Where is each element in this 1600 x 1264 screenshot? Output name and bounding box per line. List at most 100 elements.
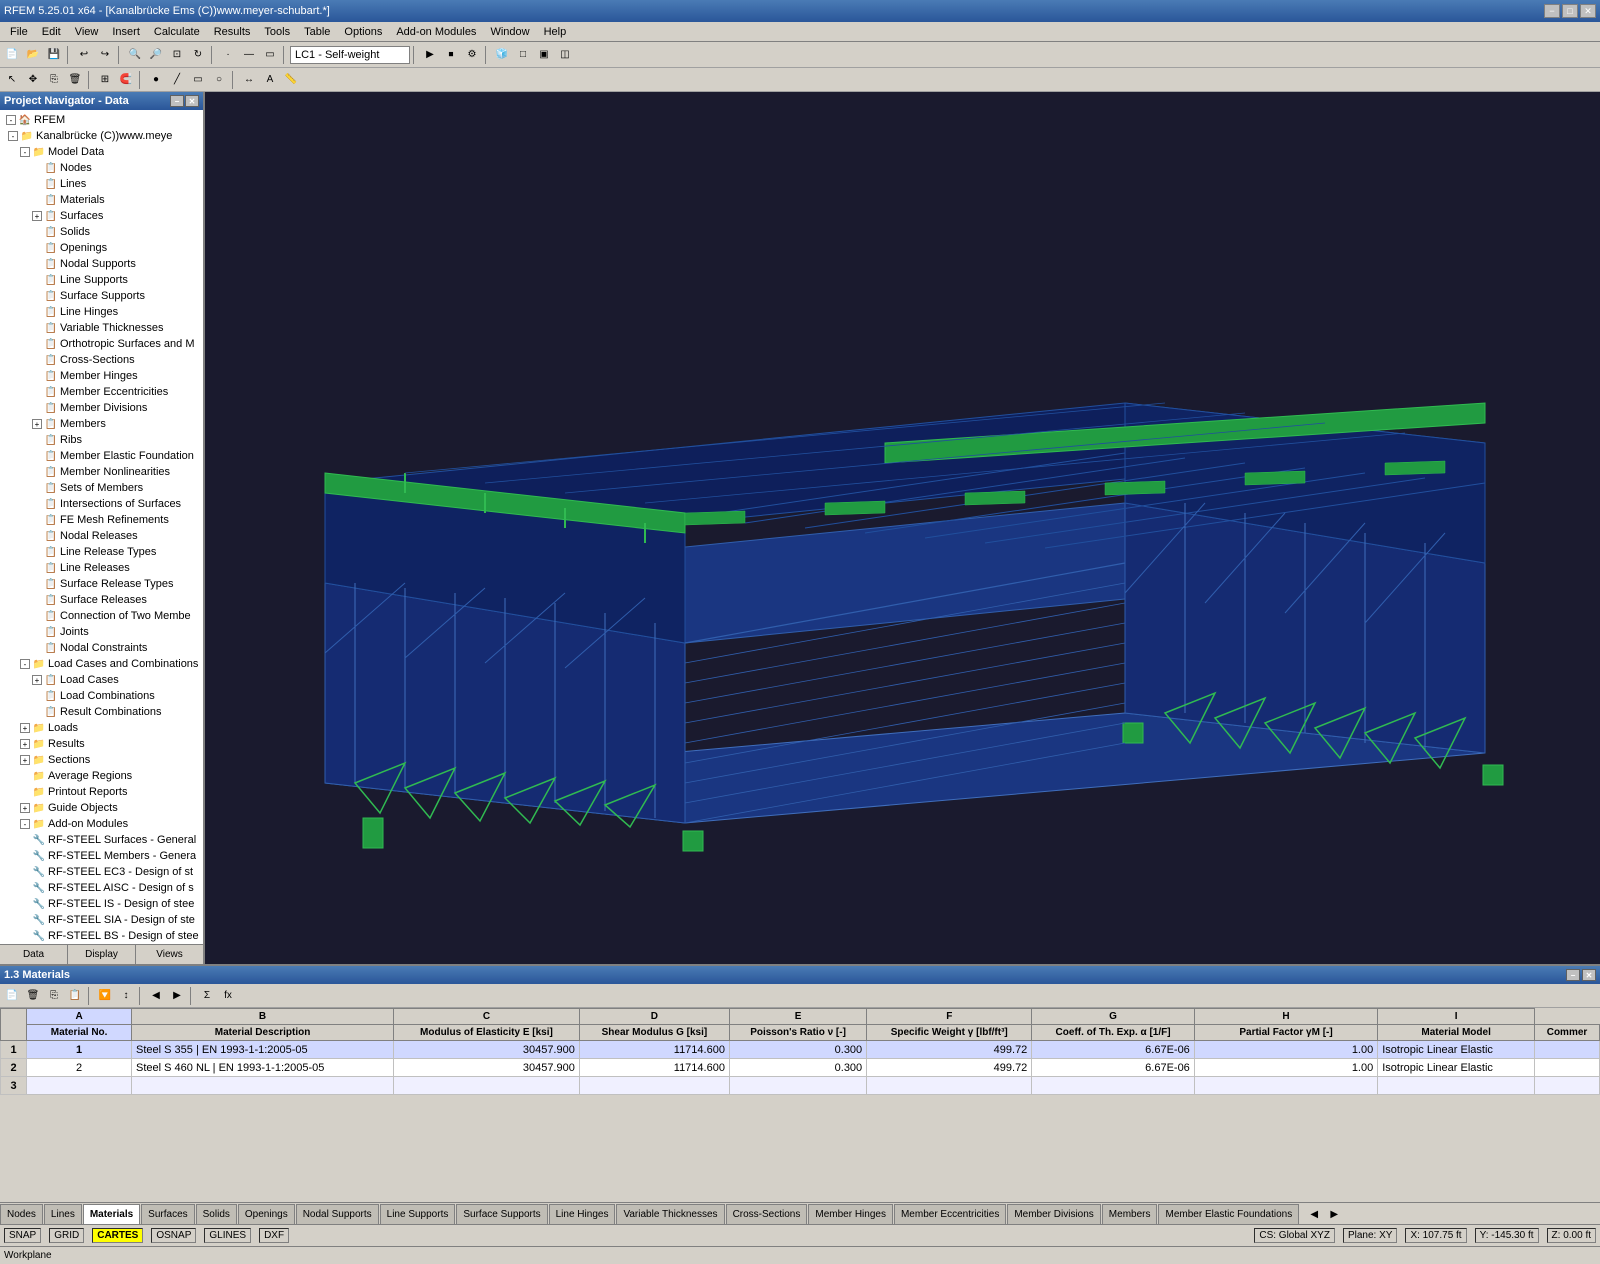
tree-nodal-constraints[interactable]: 📋 Nodal Constraints bbox=[2, 640, 201, 656]
tb-undo[interactable]: ↩ bbox=[74, 45, 94, 65]
tree-rf-steel-sia[interactable]: 🔧 RF-STEEL SIA - Design of ste bbox=[2, 912, 201, 928]
row1-material-model[interactable]: Isotropic Linear Elastic bbox=[1378, 1041, 1535, 1059]
tab-cross-sections[interactable]: Cross-Sections bbox=[726, 1204, 808, 1224]
tree-ribs[interactable]: 📋 Ribs bbox=[2, 432, 201, 448]
tb2-snap[interactable]: 🧲 bbox=[116, 70, 136, 90]
tb-settings[interactable]: ⚙ bbox=[462, 45, 482, 65]
tb-side-view[interactable]: ◫ bbox=[555, 45, 575, 65]
tab-line-hinges[interactable]: Line Hinges bbox=[549, 1204, 616, 1224]
menu-addon[interactable]: Add-on Modules bbox=[390, 24, 482, 40]
row3-mod-elasticity[interactable] bbox=[394, 1077, 580, 1095]
tab-views[interactable]: Views bbox=[136, 945, 203, 964]
tree-fe-mesh[interactable]: 📋 FE Mesh Refinements bbox=[2, 512, 201, 528]
row1-specific-weight[interactable]: 499.72 bbox=[867, 1041, 1032, 1059]
table-tb-prev[interactable]: ◀ bbox=[146, 986, 166, 1006]
row1-mod-elasticity[interactable]: 30457.900 bbox=[394, 1041, 580, 1059]
table-tb-new-row[interactable]: 📄 bbox=[2, 986, 22, 1006]
tree-rf-steel-members[interactable]: 🔧 RF-STEEL Members - Genera bbox=[2, 848, 201, 864]
tree-member-nonlinearities[interactable]: 📋 Member Nonlinearities bbox=[2, 464, 201, 480]
table-tb-sort[interactable]: ↕ bbox=[116, 986, 136, 1006]
row3-specific-weight[interactable] bbox=[867, 1077, 1032, 1095]
row2-specific-weight[interactable]: 499.72 bbox=[867, 1059, 1032, 1077]
tb-redo[interactable]: ↪ bbox=[95, 45, 115, 65]
tree-orthotropic[interactable]: 📋 Orthotropic Surfaces and M bbox=[2, 336, 201, 352]
tab-prev-btn[interactable]: ◀ bbox=[1304, 1204, 1324, 1224]
tree-nodes[interactable]: 📋 Nodes bbox=[2, 160, 201, 176]
minimize-button[interactable]: − bbox=[1544, 4, 1560, 18]
tree-load-cases-comb[interactable]: - 📁 Load Cases and Combinations bbox=[2, 656, 201, 672]
tb-nodes[interactable]: · bbox=[218, 45, 238, 65]
tree-line-hinges[interactable]: 📋 Line Hinges bbox=[2, 304, 201, 320]
tab-member-divisions[interactable]: Member Divisions bbox=[1007, 1204, 1100, 1224]
tb-3d-view[interactable]: 🧊 bbox=[492, 45, 512, 65]
load-comb-toggle[interactable]: - bbox=[20, 659, 30, 669]
tree-surface-releases[interactable]: 📋 Surface Releases bbox=[2, 592, 201, 608]
tab-member-hinges[interactable]: Member Hinges bbox=[808, 1204, 893, 1224]
tb-surfaces[interactable]: ▭ bbox=[260, 45, 280, 65]
row3-material-model[interactable] bbox=[1378, 1077, 1535, 1095]
tb2-circle[interactable]: ○ bbox=[209, 70, 229, 90]
row1-shear-modulus[interactable]: 11714.600 bbox=[579, 1041, 729, 1059]
row3-comment[interactable] bbox=[1535, 1077, 1600, 1095]
tb-open[interactable]: 📂 bbox=[23, 45, 43, 65]
menu-window[interactable]: Window bbox=[484, 24, 535, 40]
bottom-minimize[interactable]: − bbox=[1566, 969, 1580, 981]
tb-rotate[interactable]: ↻ bbox=[188, 45, 208, 65]
table-tb-next[interactable]: ▶ bbox=[167, 986, 187, 1006]
tree-rf-steel-aisc[interactable]: 🔧 RF-STEEL AISC - Design of s bbox=[2, 880, 201, 896]
tree-variable-thicknesses[interactable]: 📋 Variable Thicknesses bbox=[2, 320, 201, 336]
tree-result-combinations[interactable]: 📋 Result Combinations bbox=[2, 704, 201, 720]
tb2-dimension[interactable]: ↔ bbox=[239, 70, 259, 90]
tb2-select[interactable]: ↖ bbox=[2, 70, 22, 90]
table-tb-filter[interactable]: 🔽 bbox=[95, 986, 115, 1006]
row3-shear-modulus[interactable] bbox=[579, 1077, 729, 1095]
row1-material-no[interactable]: 1 bbox=[27, 1041, 132, 1059]
table-row[interactable]: 2 2 Steel S 460 NL | EN 1993-1-1:2005-05… bbox=[1, 1059, 1600, 1077]
tree-rf-steel-is[interactable]: 🔧 RF-STEEL IS - Design of stee bbox=[2, 896, 201, 912]
tb2-line[interactable]: ╱ bbox=[167, 70, 187, 90]
row2-poisson[interactable]: 0.300 bbox=[729, 1059, 866, 1077]
tab-line-supports[interactable]: Line Supports bbox=[380, 1204, 456, 1224]
tree-nodal-releases[interactable]: 📋 Nodal Releases bbox=[2, 528, 201, 544]
row2-description[interactable]: Steel S 460 NL | EN 1993-1-1:2005-05 bbox=[132, 1059, 394, 1077]
tab-member-eccentricities[interactable]: Member Eccentricities bbox=[894, 1204, 1006, 1224]
table-tb-paste[interactable]: 📋 bbox=[65, 986, 85, 1006]
tree-average-regions[interactable]: 📁 Average Regions bbox=[2, 768, 201, 784]
tb2-rect[interactable]: ▭ bbox=[188, 70, 208, 90]
tb-run[interactable]: ▶ bbox=[420, 45, 440, 65]
tree-member-divisions[interactable]: 📋 Member Divisions bbox=[2, 400, 201, 416]
row2-partial-factor[interactable]: 1.00 bbox=[1194, 1059, 1377, 1077]
table-row[interactable]: 1 1 Steel S 355 | EN 1993-1-1:2005-05 30… bbox=[1, 1041, 1600, 1059]
tab-members[interactable]: Members bbox=[1102, 1204, 1158, 1224]
row1-description[interactable]: Steel S 355 | EN 1993-1-1:2005-05 bbox=[132, 1041, 394, 1059]
table-tb-fx[interactable]: fx bbox=[218, 986, 238, 1006]
tree-line-supports[interactable]: 📋 Line Supports bbox=[2, 272, 201, 288]
row1-poisson[interactable]: 0.300 bbox=[729, 1041, 866, 1059]
tree-surface-release-types[interactable]: 📋 Surface Release Types bbox=[2, 576, 201, 592]
tree-lines[interactable]: 📋 Lines bbox=[2, 176, 201, 192]
row1-coeff-th[interactable]: 6.67E-06 bbox=[1032, 1041, 1195, 1059]
row3-partial-factor[interactable] bbox=[1194, 1077, 1377, 1095]
row2-material-no[interactable]: 2 bbox=[27, 1059, 132, 1077]
surfaces-toggle[interactable]: + bbox=[32, 211, 42, 221]
tree-load-cases[interactable]: + 📋 Load Cases bbox=[2, 672, 201, 688]
tree-line-release-types[interactable]: 📋 Line Release Types bbox=[2, 544, 201, 560]
menu-table[interactable]: Table bbox=[298, 24, 336, 40]
addon-toggle[interactable]: - bbox=[20, 819, 30, 829]
tb-front-view[interactable]: ▣ bbox=[534, 45, 554, 65]
menu-edit[interactable]: Edit bbox=[36, 24, 67, 40]
tab-lines[interactable]: Lines bbox=[44, 1204, 82, 1224]
tree-openings[interactable]: 📋 Openings bbox=[2, 240, 201, 256]
status-osnap[interactable]: OSNAP bbox=[151, 1228, 196, 1243]
tree-line-releases[interactable]: 📋 Line Releases bbox=[2, 560, 201, 576]
tab-openings[interactable]: Openings bbox=[238, 1204, 295, 1224]
tree-solids[interactable]: 📋 Solids bbox=[2, 224, 201, 240]
tb2-delete[interactable]: 🗑 bbox=[65, 70, 85, 90]
panel-close[interactable]: ✕ bbox=[185, 95, 199, 107]
menu-view[interactable]: View bbox=[69, 24, 105, 40]
tree-surface-supports[interactable]: 📋 Surface Supports bbox=[2, 288, 201, 304]
viewport[interactable] bbox=[205, 92, 1600, 964]
row3-coeff-th[interactable] bbox=[1032, 1077, 1195, 1095]
tb2-move[interactable]: ✥ bbox=[23, 70, 43, 90]
tb-fit[interactable]: ⊡ bbox=[167, 45, 187, 65]
